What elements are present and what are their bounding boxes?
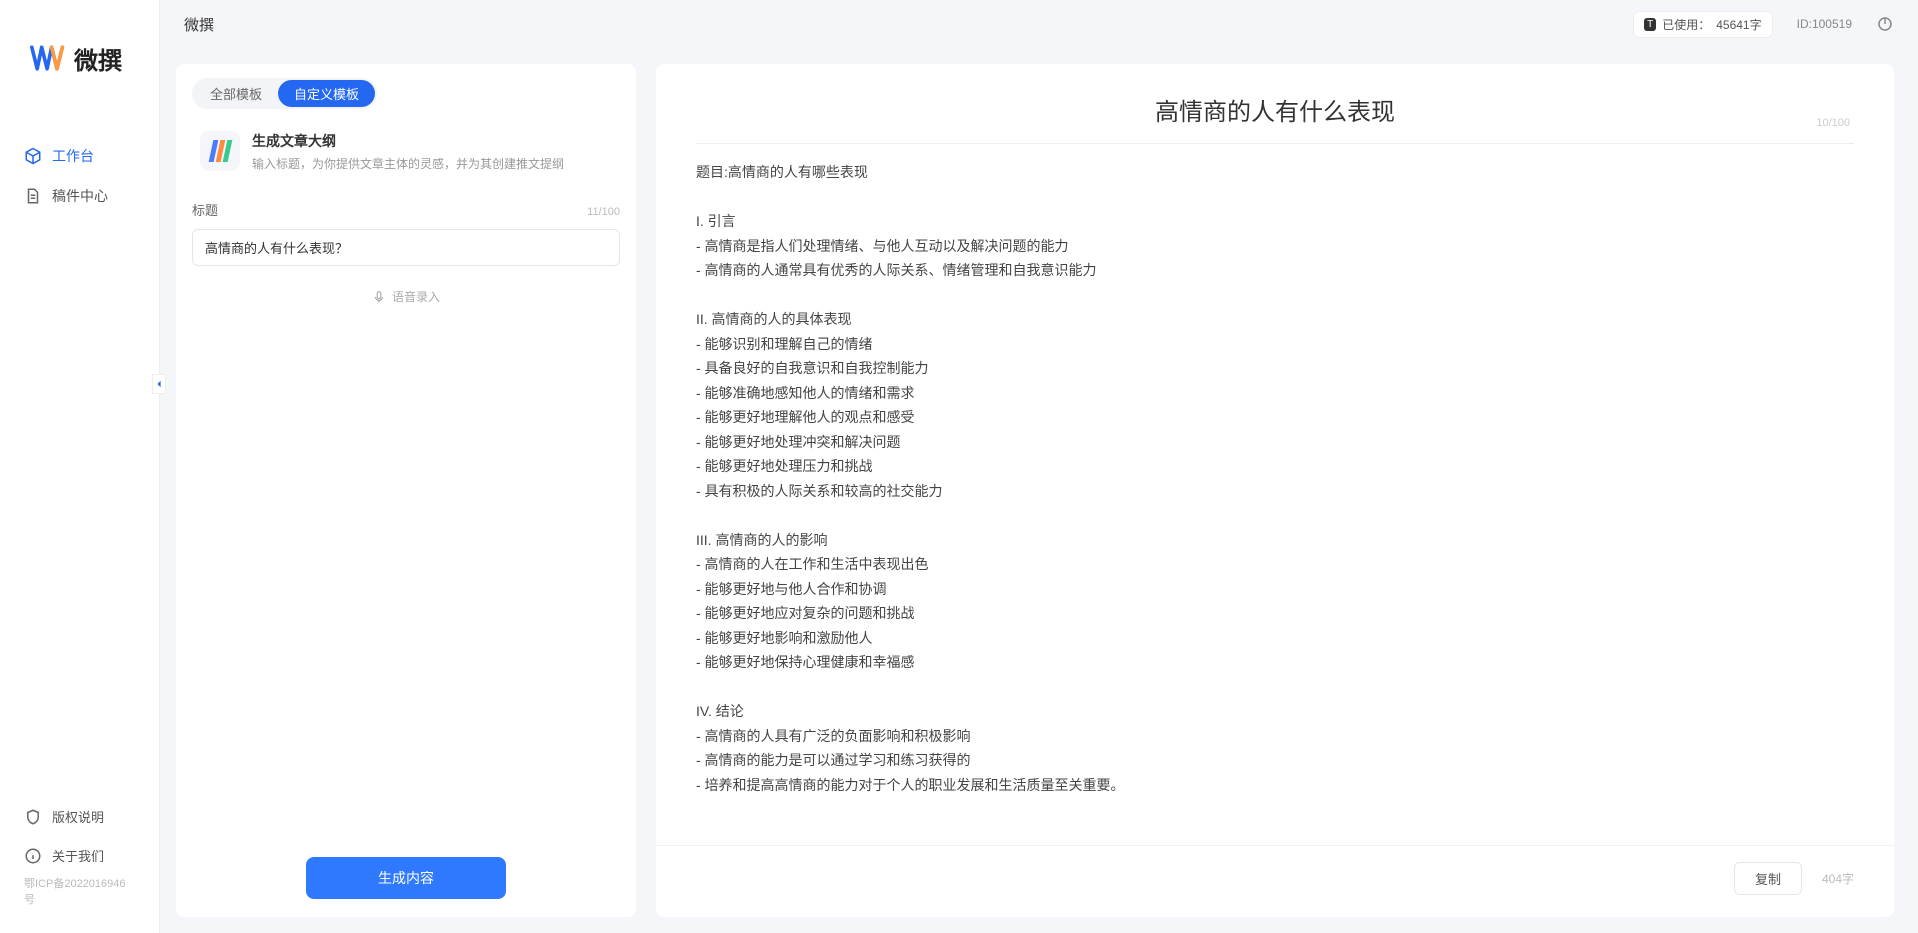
sidebar-item-label: 关于我们 [52,846,104,865]
icp-text: 鄂ICP备2022016946号 [0,875,159,915]
info-icon [24,847,42,865]
sidebar-item-label: 版权说明 [52,807,104,826]
logo-text: 微撰 [74,41,122,76]
output-header: 高情商的人有什么表现 10/100 [656,64,1894,139]
sidebar-item-about[interactable]: 关于我们 [0,836,159,875]
sidebar-item-copyright[interactable]: 版权说明 [0,797,159,836]
sidebar-collapse-handle[interactable] [152,374,166,394]
title-input[interactable] [192,229,620,266]
usage-label: 已使用： [1662,16,1710,33]
nav-items: 工作台 稿件中心 [0,106,159,797]
generate-button[interactable]: 生成内容 [306,857,506,899]
mic-icon [372,290,386,304]
tab-custom-templates[interactable]: 自定义模板 [278,80,375,107]
output-word-count: 404字 [1822,870,1854,887]
books-icon [200,131,240,171]
output-footer: 复制 404字 [656,845,1894,917]
sidebar: 微撰 工作台 稿件中心 版权说明 关于我们 鄂ICP备2 [0,0,160,933]
shield-icon [24,808,42,826]
sidebar-item-drafts[interactable]: 稿件中心 [0,176,159,216]
usage-badge: T [1644,18,1656,31]
logo-icon [30,40,66,76]
template-desc: 输入标题，为你提供文章主体的灵感，并为其创建推文提纲 [252,155,564,172]
sidebar-item-label: 稿件中心 [52,186,108,206]
usage-value: 45641字 [1716,16,1761,33]
main: 微撰 T 已使用： 45641字 ID:100519 全部模板 自定义模板 [160,0,1918,933]
bottom-nav: 版权说明 关于我们 鄂ICP备2022016946号 [0,797,159,933]
topbar-right: T 已使用： 45641字 ID:100519 [1633,11,1894,38]
title-field-label: 标题 [192,200,218,219]
template-title: 生成文章大纲 [252,131,564,151]
left-panel: 全部模板 自定义模板 生成文章大纲 输入标题，为你提供文章主体的灵感，并为其创建… [176,64,636,917]
output-body[interactable]: 题目:高情商的人有哪些表现 I. 引言 - 高情商是指人们处理情绪、与他人互动以… [656,144,1894,845]
voice-label: 语音录入 [392,288,440,305]
title-char-count: 11/100 [587,206,620,218]
power-icon[interactable] [1876,15,1894,33]
template-tabs: 全部模板 自定义模板 [176,64,636,119]
copy-button[interactable]: 复制 [1734,862,1802,895]
tab-segment: 全部模板 自定义模板 [192,78,377,109]
cube-icon [24,147,42,165]
sidebar-item-label: 工作台 [52,146,94,166]
content: 全部模板 自定义模板 生成文章大纲 输入标题，为你提供文章主体的灵感，并为其创建… [160,48,1918,933]
output-title: 高情商的人有什么表现 [696,92,1854,127]
output-title-count: 10/100 [1816,117,1850,129]
tab-all-templates[interactable]: 全部模板 [194,80,278,107]
topbar: 微撰 T 已使用： 45641字 ID:100519 [160,0,1918,48]
sidebar-item-workspace[interactable]: 工作台 [0,136,159,176]
right-panel: 高情商的人有什么表现 10/100 题目:高情商的人有哪些表现 I. 引言 - … [656,64,1894,917]
logo: 微撰 [0,0,159,106]
user-id: ID:100519 [1797,17,1852,31]
topbar-title: 微撰 [184,14,214,35]
template-card[interactable]: 生成文章大纲 输入标题，为你提供文章主体的灵感，并为其创建推文提纲 [192,123,620,180]
form-area: 标题 11/100 语音录入 [176,184,636,321]
usage-indicator[interactable]: T 已使用： 45641字 [1633,11,1773,38]
voice-input-button[interactable]: 语音录入 [192,288,620,305]
file-icon [24,187,42,205]
